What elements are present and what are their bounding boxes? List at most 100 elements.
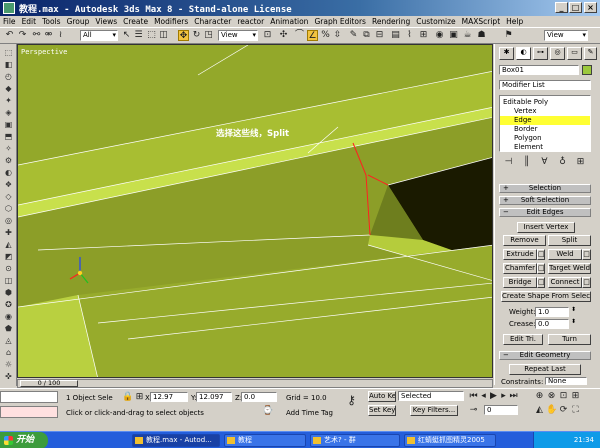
- connect-settings-icon[interactable]: □: [582, 277, 591, 288]
- tool-icon-26[interactable]: ⌂: [3, 348, 14, 358]
- create-tab-icon[interactable]: ✱: [499, 47, 514, 60]
- menu-animation[interactable]: Animation: [267, 16, 311, 27]
- menu-create[interactable]: Create: [120, 16, 151, 27]
- repeat-last-button[interactable]: Repeat Last: [509, 364, 581, 375]
- tool-icon-17[interactable]: ◭: [3, 240, 14, 250]
- selection-filter-select[interactable]: All: [80, 30, 118, 41]
- tool-icon-13[interactable]: ◇: [3, 192, 14, 202]
- menu-rendering[interactable]: Rendering: [369, 16, 413, 27]
- tool-icon-22[interactable]: ✪: [3, 300, 14, 310]
- unlink-icon[interactable]: ⚮: [43, 30, 54, 41]
- render-scene-icon[interactable]: ▣: [448, 30, 459, 41]
- add-time-tag[interactable]: Add Time Tag: [286, 409, 333, 417]
- object-name-field[interactable]: Box01: [499, 65, 579, 75]
- absolute-mode-icon[interactable]: ⊞: [134, 392, 145, 403]
- chamfer-button[interactable]: Chamfer: [503, 263, 537, 274]
- y-coordinate-field[interactable]: 12.097: [196, 392, 232, 402]
- tool-icon-11[interactable]: ◐: [3, 168, 14, 178]
- viewport-scene[interactable]: [18, 45, 493, 378]
- chamfer-settings-icon[interactable]: □: [537, 263, 545, 274]
- stack-item-editable-poly[interactable]: Editable Poly: [500, 98, 590, 107]
- maximize-viewport-icon[interactable]: ⛶: [570, 405, 581, 416]
- show-end-result-icon[interactable]: ║: [521, 157, 532, 168]
- menu-modifiers[interactable]: Modifiers: [151, 16, 191, 27]
- tool-icon-16[interactable]: ✚: [3, 228, 14, 238]
- motion-tab-icon[interactable]: ◎: [550, 47, 565, 60]
- configure-sets-icon[interactable]: ⊞: [575, 157, 586, 168]
- tool-icon-10[interactable]: ⚙: [3, 156, 14, 166]
- angle-snap-icon[interactable]: ∠: [307, 30, 318, 41]
- goto-end-icon[interactable]: ⏭: [508, 391, 519, 402]
- tool-icon-14[interactable]: ⬡: [3, 204, 14, 214]
- weight-spinner-icon[interactable]: ⬍: [571, 306, 576, 313]
- tool-icon-25[interactable]: ◬: [3, 336, 14, 346]
- select-manipulate-icon[interactable]: ✣: [278, 30, 289, 41]
- weight-input[interactable]: 1.0: [535, 307, 569, 317]
- render-last-icon[interactable]: ☗: [476, 30, 487, 41]
- close-button[interactable]: ×: [584, 2, 597, 13]
- named-selection-sets-icon[interactable]: ✎: [348, 30, 359, 41]
- minimize-button[interactable]: _: [555, 2, 568, 13]
- key-mode-select[interactable]: Selected: [398, 391, 464, 401]
- start-button[interactable]: 开始: [0, 432, 48, 448]
- rollout-edit-edges[interactable]: − Edit Edges: [499, 208, 591, 217]
- rectangular-selection-icon[interactable]: ⬚: [146, 30, 157, 41]
- time-slider[interactable]: 0 / 100: [17, 379, 493, 388]
- tool-icon-15[interactable]: ◎: [3, 216, 14, 226]
- bridge-button[interactable]: Bridge: [503, 277, 537, 288]
- zoom-icon[interactable]: ⊕: [534, 391, 545, 402]
- task-chat[interactable]: 艺术? - 群: [310, 434, 400, 447]
- menu-views[interactable]: Views: [92, 16, 120, 27]
- tool-icon-21[interactable]: ⬢: [3, 288, 14, 298]
- window-crossing-icon[interactable]: ◫: [158, 30, 169, 41]
- x-coordinate-field[interactable]: 12.97: [150, 392, 188, 402]
- tool-icon-4[interactable]: ◆: [3, 84, 14, 94]
- tool-icon-8[interactable]: ⬒: [3, 132, 14, 142]
- zoom-all-icon[interactable]: ⊗: [546, 391, 557, 402]
- hierarchy-tab-icon[interactable]: ⊶: [533, 47, 548, 60]
- tool-icon-6[interactable]: ◈: [3, 108, 14, 118]
- menu-edit[interactable]: Edit: [19, 16, 40, 27]
- constraints-select[interactable]: None: [545, 377, 587, 385]
- zoom-extents-all-icon[interactable]: ⊞: [570, 391, 581, 402]
- stack-item-element[interactable]: Element: [500, 143, 590, 152]
- schematic-view-icon[interactable]: ⊞: [418, 30, 429, 41]
- quick-render-icon[interactable]: ☕: [462, 30, 473, 41]
- tool-icon-18[interactable]: ◩: [3, 252, 14, 262]
- layer-manager-icon[interactable]: ▤: [390, 30, 401, 41]
- tool-icon-23[interactable]: ◉: [3, 312, 14, 322]
- key-icon[interactable]: ⚷: [346, 394, 357, 406]
- named-selection-select[interactable]: View: [544, 30, 588, 41]
- create-shape-button[interactable]: Create Shape From Selection: [501, 291, 591, 302]
- select-and-link-icon[interactable]: ⚯: [31, 30, 42, 41]
- rollout-edit-geometry[interactable]: − Edit Geometry: [499, 351, 591, 360]
- select-and-move-icon[interactable]: ✥: [178, 30, 189, 41]
- task-screenshot-tool[interactable]: 红蜻蜓抓图精灵2005: [404, 434, 496, 447]
- field-of-view-icon[interactable]: ◭: [534, 405, 545, 416]
- auto-key-button[interactable]: Auto Key: [368, 391, 396, 402]
- select-by-name-icon[interactable]: ☰: [133, 30, 144, 41]
- key-mode-toggle-icon[interactable]: ⊸: [468, 405, 479, 416]
- tool-icon-1[interactable]: ⬚: [3, 48, 14, 58]
- menu-graph-editors[interactable]: Graph Editors: [311, 16, 369, 27]
- weld-settings-icon[interactable]: □: [582, 249, 591, 260]
- zoom-extents-icon[interactable]: ⊡: [558, 391, 569, 402]
- tool-icon-28[interactable]: ✜: [3, 372, 14, 382]
- arc-rotate-icon[interactable]: ⟳: [558, 405, 569, 416]
- menu-character[interactable]: Character: [191, 16, 234, 27]
- tool-icon-2[interactable]: ◧: [3, 60, 14, 70]
- mirror-icon[interactable]: ⧉: [361, 30, 372, 41]
- select-and-scale-icon[interactable]: ◳: [203, 30, 214, 41]
- undo-icon[interactable]: ↶: [4, 30, 15, 41]
- tool-icon-7[interactable]: ▣: [3, 120, 14, 130]
- display-tab-icon[interactable]: ▭: [567, 47, 582, 60]
- z-coordinate-field[interactable]: 0.0: [241, 392, 277, 402]
- tool-icon-9[interactable]: ✧: [3, 144, 14, 154]
- modifier-list-select[interactable]: Modifier List: [499, 80, 591, 90]
- select-and-rotate-icon[interactable]: ↻: [191, 30, 202, 41]
- tool-icon-19[interactable]: ⊙: [3, 264, 14, 274]
- set-key-button[interactable]: Set Key: [368, 405, 396, 416]
- select-object-icon[interactable]: ↖: [121, 30, 132, 41]
- menu-file[interactable]: File: [0, 16, 19, 27]
- app-icon[interactable]: [3, 2, 15, 14]
